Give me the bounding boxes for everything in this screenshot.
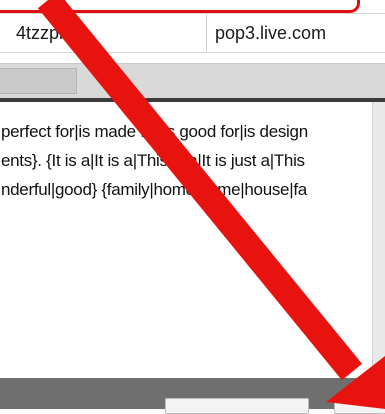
account-table: 4tzzpi5y pop3.live.com: [0, 0, 385, 56]
vertical-scrollbar[interactable]: [372, 102, 385, 378]
text-line-3: nderful|good} {family|home|home|house|fa: [1, 180, 307, 199]
bottom-button-left[interactable]: [165, 398, 309, 414]
password-cell[interactable]: 4tzzpi5y: [0, 14, 207, 52]
server-cell[interactable]: pop3.live.com: [208, 14, 385, 52]
text-line-1: perfect for|is made for|is good for|is d…: [1, 122, 308, 141]
table-row[interactable]: 4tzzpi5y pop3.live.com: [0, 13, 385, 53]
scrollbar-thumb[interactable]: [0, 68, 77, 94]
bottom-button-right[interactable]: [334, 398, 385, 414]
horizontal-scrollbar[interactable]: [0, 63, 385, 98]
spintax-text-area[interactable]: perfect for|is made for|is good for|is d…: [0, 102, 372, 378]
text-line-2: ents}. {It is a|It is a|This is a|It is …: [1, 151, 305, 170]
row-highlight-frame: [0, 0, 360, 13]
